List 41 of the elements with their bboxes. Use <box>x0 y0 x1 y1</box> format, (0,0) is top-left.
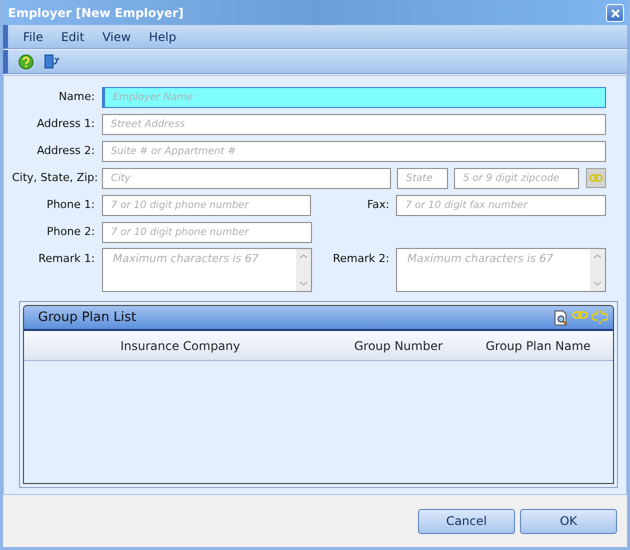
broken-link-icon[interactable] <box>592 310 608 324</box>
scrollbar[interactable] <box>296 249 310 291</box>
column-header[interactable]: Group Plan Name <box>463 336 614 354</box>
field-label: Phone 2: <box>46 224 96 240</box>
column-header[interactable]: Insurance Company <box>24 336 334 354</box>
menu-item[interactable]: Help <box>140 28 186 46</box>
input-field[interactable]: 7 or 10 digit phone number <box>102 222 312 242</box>
input-field[interactable]: 5 or 9 digit zipcode <box>454 168 579 188</box>
menu-item[interactable]: View <box>93 28 140 46</box>
field-label: Name: <box>58 88 96 105</box>
field-label: Remark 2: <box>332 251 390 267</box>
input-field[interactable]: Suite # or Appartment # <box>102 140 606 162</box>
input-field[interactable]: 7 or 10 digit phone number <box>102 194 312 216</box>
close-icon <box>610 8 620 18</box>
input-field[interactable]: Employer Name <box>102 86 606 108</box>
input-field[interactable]: City <box>102 168 391 188</box>
field-label: Phone 1: <box>46 196 96 213</box>
link-button[interactable] <box>586 168 606 188</box>
menu-item[interactable]: Edit <box>52 28 94 46</box>
scrollbar[interactable] <box>590 249 605 291</box>
chain-link-icon <box>589 174 603 182</box>
window-title: Employer [New Employer] <box>8 4 184 22</box>
input-field[interactable]: State <box>397 168 448 188</box>
help-icon <box>18 54 35 70</box>
field-label: Fax: <box>366 196 390 213</box>
input-field[interactable]: 7 or 10 digit fax number <box>396 194 606 216</box>
dialog-button[interactable]: OK <box>520 508 617 534</box>
dialog-button[interactable]: Cancel <box>418 508 515 534</box>
text-area[interactable]: Maximum characters is 67 <box>102 248 312 292</box>
close-button[interactable] <box>606 4 624 22</box>
document-search-icon[interactable] <box>554 310 568 326</box>
field-label: City, State, Zip: <box>12 170 99 186</box>
door-icon <box>43 54 60 70</box>
input-field[interactable]: Street Address <box>102 114 606 134</box>
text-area[interactable]: Maximum characters is 67 <box>396 248 606 292</box>
field-label: Remark 1: <box>37 251 96 267</box>
column-header[interactable]: Group Number <box>333 336 464 354</box>
field-label: Address 1: <box>36 116 96 132</box>
menu-item[interactable]: File <box>14 28 52 46</box>
field-label: Address 2: <box>36 142 96 159</box>
panel-title: Group Plan List <box>38 308 136 327</box>
